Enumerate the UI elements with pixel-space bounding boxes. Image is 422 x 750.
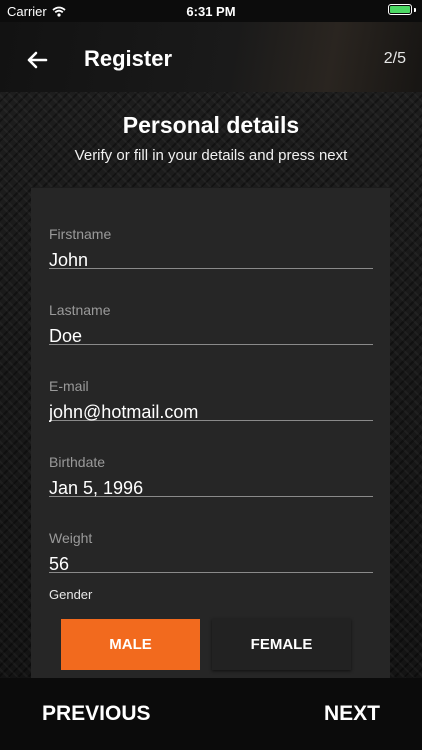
firstname-input[interactable] — [49, 248, 373, 272]
weight-field: Weight — [49, 505, 373, 576]
gender-female-button[interactable]: FEMALE — [212, 619, 351, 670]
lastname-field: Lastname — [49, 277, 373, 348]
section-title: Personal details — [122, 112, 300, 138]
weight-input[interactable] — [49, 552, 373, 576]
email-input[interactable] — [49, 400, 373, 424]
battery-level — [390, 6, 410, 13]
battery-icon — [388, 4, 416, 15]
footer-nav: PREVIOUS NEXT — [0, 678, 422, 750]
app-header: Register 2/5 — [0, 22, 422, 92]
arrow-left-icon — [27, 51, 48, 69]
lastname-label: Lastname — [49, 302, 111, 318]
email-field: E-mail — [49, 353, 373, 424]
firstname-label: Firstname — [49, 226, 112, 242]
step-indicator: 2/5 — [383, 50, 406, 67]
back-button[interactable] — [22, 45, 52, 75]
weight-label: Weight — [49, 530, 93, 546]
status-time: 6:31 PM — [186, 4, 236, 19]
lastname-input[interactable] — [49, 324, 373, 348]
status-bar: Carrier 6:31 PM — [0, 0, 422, 22]
page-title: Register — [84, 46, 173, 71]
birthdate-field: Birthdate — [49, 429, 373, 500]
next-button[interactable]: NEXT — [324, 702, 380, 726]
birthdate-input[interactable] — [49, 476, 373, 500]
gender-male-button[interactable]: MALE — [61, 619, 200, 670]
previous-button[interactable]: PREVIOUS — [42, 702, 151, 726]
birthdate-label: Birthdate — [49, 454, 106, 470]
email-label: E-mail — [49, 378, 89, 394]
firstname-field: Firstname — [49, 201, 373, 272]
section-subtitle: Verify or fill in your details and press… — [74, 147, 348, 164]
gender-label: Gender — [49, 587, 93, 602]
personal-details-form: Firstname Lastname E-mail Birthdate Weig… — [31, 188, 390, 678]
